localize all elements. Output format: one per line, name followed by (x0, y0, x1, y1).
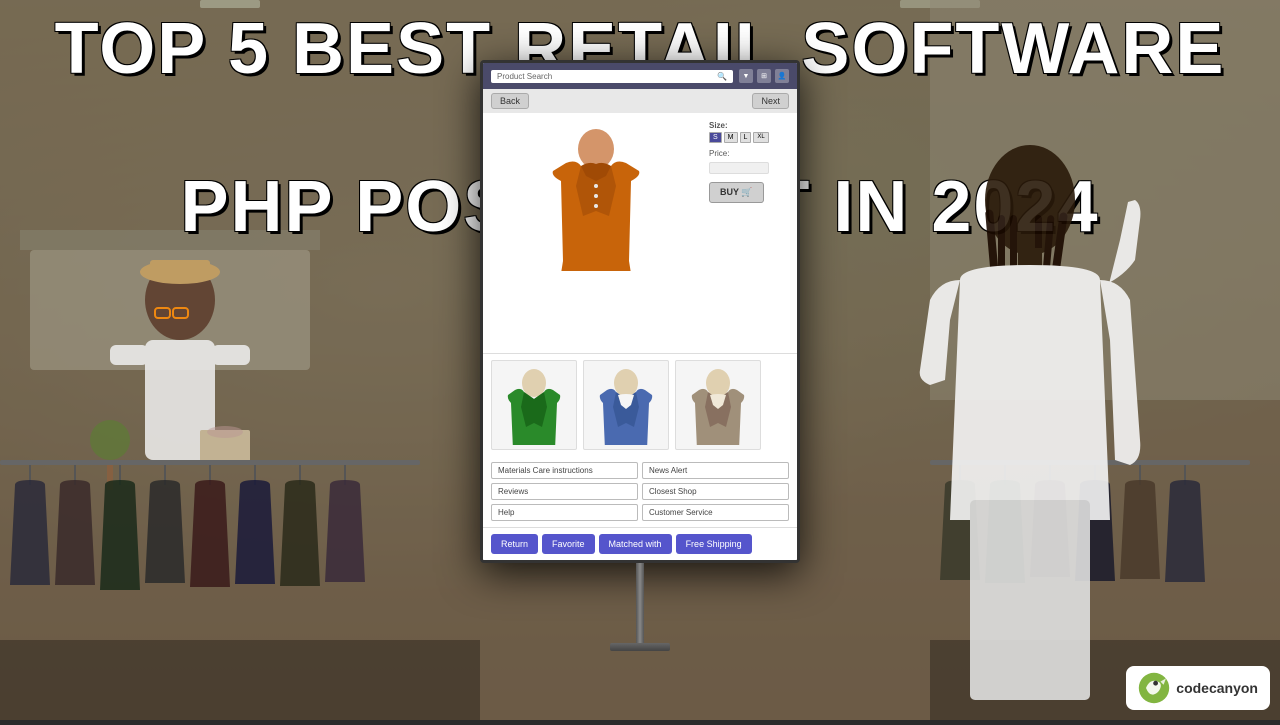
kiosk-header-icons: ▼ ⊞ 👤 (739, 69, 789, 83)
matched-with-button[interactable]: Matched with (599, 534, 672, 554)
news-alert-button[interactable]: News Alert (642, 462, 789, 479)
thumbnail-blue-jacket[interactable] (583, 360, 669, 450)
stand-base (610, 643, 670, 651)
size-options: S M L XL (709, 132, 789, 143)
size-l[interactable]: L (740, 132, 752, 143)
kiosk-container: Product Search 🔍 ▼ ⊞ 👤 Back Next (480, 60, 800, 651)
search-icon: 🔍 (717, 72, 727, 81)
materials-button[interactable]: Materials Care instructions (491, 462, 638, 479)
favorite-button[interactable]: Favorite (542, 534, 595, 554)
grid-icon[interactable]: ⊞ (757, 69, 771, 83)
size-label: Size: (709, 121, 789, 130)
kiosk-product-info: Size: S M L XL Price: BUY 🛒 (709, 121, 789, 345)
codecanyon-logo: codecanyon (1126, 666, 1270, 710)
kiosk-stand (480, 563, 800, 651)
person-right (880, 120, 1180, 720)
size-s[interactable]: S (709, 132, 722, 143)
filter-icon[interactable]: ▼ (739, 69, 753, 83)
buy-button[interactable]: BUY 🛒 (709, 182, 764, 203)
next-button[interactable]: Next (752, 93, 789, 109)
closest-shop-button[interactable]: Closest Shop (642, 483, 789, 500)
back-button[interactable]: Back (491, 93, 529, 109)
codecanyon-icon (1138, 672, 1170, 704)
codecanyon-text: codecanyon (1176, 680, 1258, 696)
kiosk-screen: Product Search 🔍 ▼ ⊞ 👤 Back Next (480, 60, 800, 563)
kiosk-thumbnails (483, 353, 797, 456)
kiosk-search-bar[interactable]: Product Search 🔍 (491, 70, 733, 83)
main-product-image (491, 121, 701, 345)
return-button[interactable]: Return (491, 534, 538, 554)
customer-service-button[interactable]: Customer Service (642, 504, 789, 521)
kiosk-info-grid: Materials Care instructions News Alert R… (483, 456, 797, 527)
size-m[interactable]: M (724, 132, 738, 143)
stand-pole (636, 563, 644, 643)
reviews-button[interactable]: Reviews (491, 483, 638, 500)
search-placeholder-text: Product Search (497, 72, 552, 81)
thumbnail-tan-jacket[interactable] (675, 360, 761, 450)
thumbnail-green-jacket[interactable] (491, 360, 577, 450)
price-label: Price: (709, 149, 789, 158)
clothes-rack-left (0, 440, 480, 720)
kiosk-actions: Return Favorite Matched with Free Shippi… (483, 527, 797, 560)
help-button[interactable]: Help (491, 504, 638, 521)
kiosk-header: Product Search 🔍 ▼ ⊞ 👤 (483, 63, 797, 89)
kiosk-nav: Back Next (483, 89, 797, 113)
size-xl[interactable]: XL (753, 132, 768, 143)
price-value-bar (709, 162, 769, 174)
free-shipping-button[interactable]: Free Shipping (676, 534, 752, 554)
user-icon[interactable]: 👤 (775, 69, 789, 83)
kiosk-product-area: Size: S M L XL Price: BUY 🛒 (483, 113, 797, 353)
